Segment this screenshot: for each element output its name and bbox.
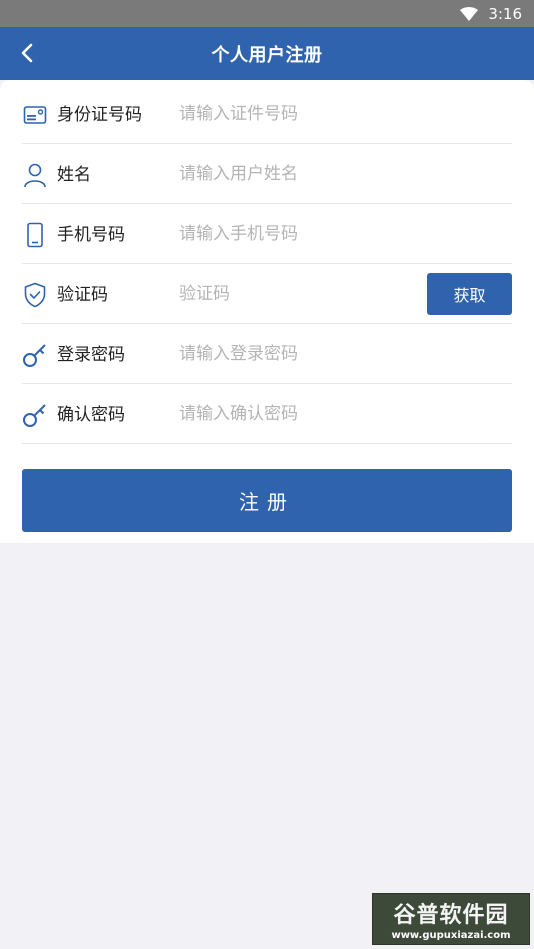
name-row: 姓名 [22, 144, 512, 204]
user-icon [22, 162, 48, 188]
id-card-icon [22, 102, 48, 128]
registration-form: 身份证号码 姓名 手机号码 验证码 [0, 80, 534, 543]
id-card-row: 身份证号码 [22, 84, 512, 144]
password-label: 登录密码 [57, 345, 125, 365]
wifi-icon [460, 6, 479, 21]
password-input[interactable] [179, 338, 419, 370]
key-icon [22, 342, 48, 368]
get-code-button[interactable]: 获取 [427, 273, 512, 315]
id-card-input[interactable] [179, 98, 419, 130]
confirm-password-row: 确认密码 [22, 384, 512, 444]
verification-code-input[interactable] [179, 278, 349, 310]
header-bar: 个人用户注册 [0, 27, 534, 80]
phone-input[interactable] [179, 218, 419, 250]
key-icon [22, 402, 48, 428]
status-time: 3:16 [488, 4, 522, 23]
watermark-title: 谷普软件园 [393, 903, 509, 928]
name-input[interactable] [179, 158, 419, 190]
confirm-password-input[interactable] [179, 398, 419, 430]
password-row: 登录密码 [22, 324, 512, 384]
watermark-url: www.gupuxiazai.com [391, 930, 511, 941]
page-title: 个人用户注册 [211, 44, 323, 66]
back-button[interactable] [14, 40, 40, 66]
id-card-label: 身份证号码 [57, 105, 142, 125]
register-button[interactable]: 注册 [22, 469, 512, 532]
watermark-logo: 谷普软件园 www.gupuxiazai.com [372, 893, 530, 945]
phone-icon [22, 222, 48, 248]
back-arrow-icon [21, 43, 33, 63]
confirm-password-label: 确认密码 [57, 405, 125, 425]
status-bar: 3:16 [0, 0, 534, 27]
verification-code-row: 验证码 获取 [22, 264, 512, 324]
shield-check-icon [22, 282, 48, 308]
name-label: 姓名 [57, 165, 91, 185]
verification-code-label: 验证码 [57, 285, 108, 305]
phone-row: 手机号码 [22, 204, 512, 264]
phone-label: 手机号码 [57, 225, 125, 245]
